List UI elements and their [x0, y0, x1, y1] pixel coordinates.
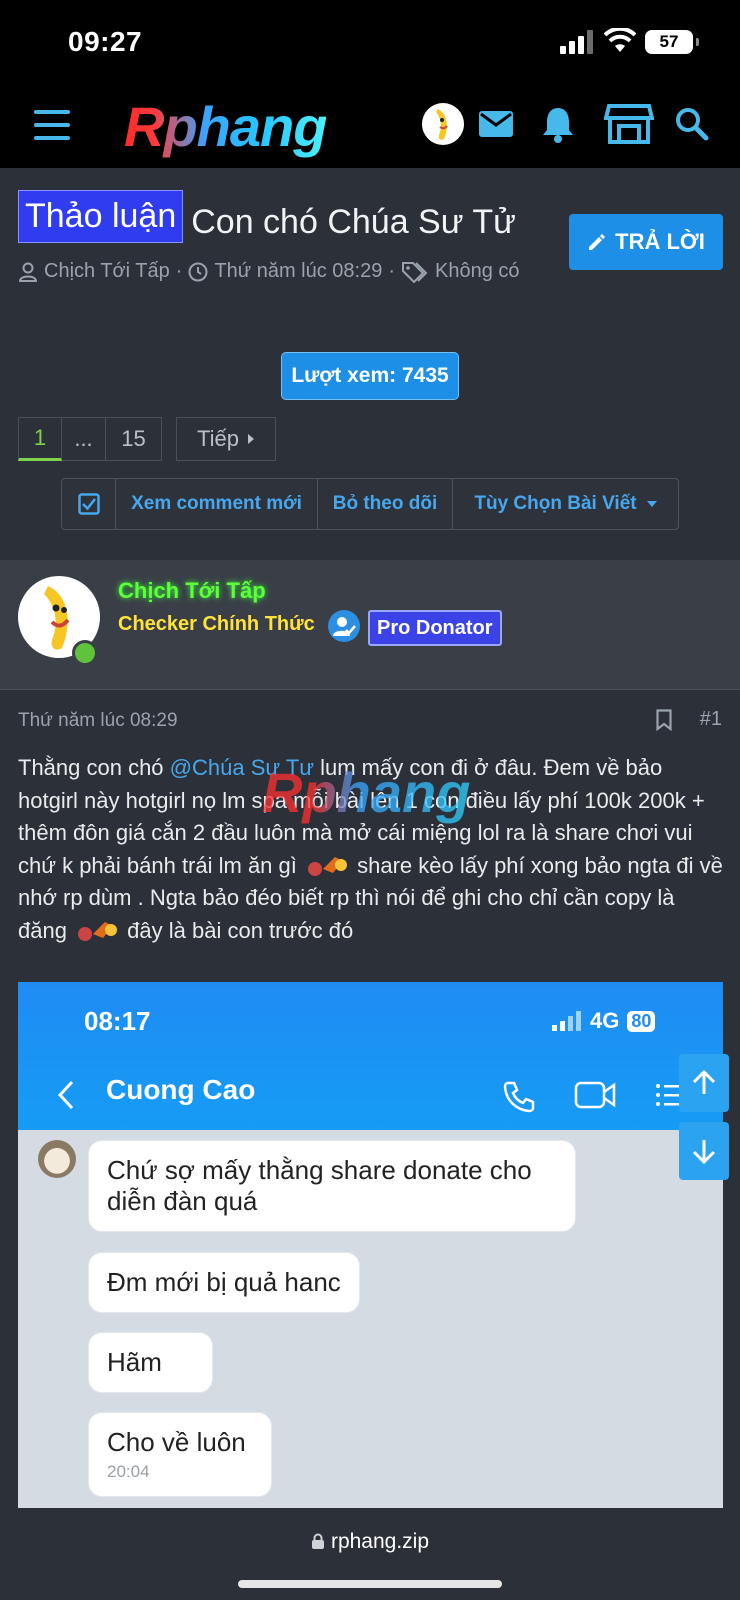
bell-icon[interactable]	[540, 104, 576, 144]
search-icon[interactable]	[674, 106, 710, 142]
post-body: Thằng con chó @Chúa Sư Tư lum mấy con đi…	[18, 752, 724, 948]
meta-separator: ·	[175, 260, 183, 282]
verified-icon	[328, 610, 360, 642]
scroll-top-button[interactable]	[679, 1054, 729, 1112]
site-header: Rphang	[0, 84, 740, 168]
tags-icon	[402, 261, 428, 283]
browser-url-text: rphang.zip	[330, 1530, 430, 1553]
page-ellipsis[interactable]: ...	[62, 417, 106, 461]
post-meta-actions: #1	[656, 708, 722, 731]
chat-timestamp: 20:04	[107, 1462, 150, 1481]
arrow-down-icon	[692, 1140, 716, 1164]
browser-url-bar[interactable]: rphang.zip	[0, 1510, 740, 1600]
embedded-status: 4G 80	[552, 1008, 656, 1034]
arrow-up-icon	[692, 1070, 716, 1094]
emoji-sticker-icon	[78, 921, 118, 941]
pagination: 1 ... 15 Tiếp	[18, 417, 276, 461]
thread-header: Thảo luận Con chó Chúa Sư Tử TRẢ LỜI Chịc…	[0, 168, 740, 560]
cell-signal-icon	[552, 1011, 581, 1031]
embedded-network: 4G	[590, 1008, 620, 1033]
chat-bubble: Hãm	[88, 1332, 213, 1393]
thread-title: Thảo luận Con chó Chúa Sư Tử	[18, 190, 558, 243]
view-new-comments-button[interactable]: Xem comment mới	[116, 479, 318, 529]
status-time: 09:27	[68, 26, 143, 57]
embedded-contact-name: Cuong Cao	[106, 1074, 256, 1105]
thread-options-label: Tùy Chọn Bài Viết	[474, 493, 637, 514]
wifi-icon	[604, 28, 636, 52]
embedded-call-icons	[502, 1080, 684, 1114]
contact-avatar	[38, 1140, 76, 1178]
site-logo[interactable]: Rphang	[124, 94, 327, 159]
next-page-label: Tiếp	[197, 426, 239, 451]
thread-date[interactable]: Thứ năm lúc 08:29	[214, 260, 382, 283]
chat-bubble: Chứ sợ mấy thằng share donate cho diễn đ…	[88, 1140, 576, 1232]
phone-icon	[503, 1081, 535, 1113]
cell-signal-icon	[560, 30, 593, 54]
select-checkbox[interactable]	[62, 479, 116, 529]
page-1-link[interactable]: 1	[18, 417, 62, 461]
next-page-button[interactable]: Tiếp	[176, 417, 276, 461]
post-text: Thằng con chó	[18, 755, 170, 780]
reply-button-label: TRẢ LỜI	[615, 229, 705, 254]
scroll-bottom-button[interactable]	[679, 1122, 729, 1180]
lock-icon	[311, 1533, 324, 1549]
thread-title-text: Con chó Chúa Sư Tử	[191, 203, 516, 242]
post-user-block: Chịch Tới Tấp Checker Chính Thức Pro Don…	[0, 560, 740, 690]
page-15-link[interactable]: 15	[106, 417, 162, 461]
thread-meta: Chịch Tới Tấp · Thứ năm lúc 08:29 · Khôn…	[18, 260, 520, 283]
battery-icon: 57	[645, 30, 699, 54]
bookmark-icon[interactable]	[656, 708, 672, 731]
thread-author[interactable]: Chịch Tới Tấp	[44, 260, 170, 283]
post-text: đây là bài con trước đó	[121, 917, 354, 943]
poster-username[interactable]: Chịch Tới Tấp	[118, 578, 266, 604]
reply-button[interactable]: TRẢ LỜI	[569, 214, 723, 270]
back-arrow-icon	[57, 1080, 74, 1110]
mail-icon[interactable]	[476, 104, 516, 144]
menu-icon[interactable]	[34, 110, 70, 140]
thread-actions-bar: Xem comment mới Bỏ theo dõi Tùy Chọn Bài…	[61, 478, 679, 530]
thread-prefix[interactable]: Thảo luận	[18, 190, 184, 243]
chat-bubble: Đm mới bị quả hanc	[88, 1252, 360, 1313]
user-mention-link[interactable]: @Chúa Sư Tư	[170, 755, 314, 780]
checkbox-icon	[77, 493, 100, 515]
chat-bubble-text: Cho về luôn	[107, 1427, 246, 1457]
status-bar: 09:27 57	[0, 0, 740, 84]
unwatch-button[interactable]: Bỏ theo dõi	[318, 479, 453, 529]
post-date[interactable]: Thứ năm lúc 08:29	[18, 710, 178, 732]
pencil-icon	[589, 234, 606, 250]
clock-icon	[188, 262, 208, 281]
online-indicator	[72, 640, 98, 666]
thread-options-dropdown[interactable]: Tùy Chọn Bài Viết	[453, 479, 678, 529]
chat-bubble: Cho về luôn 20:04	[88, 1412, 272, 1497]
chevron-down-icon	[646, 501, 657, 507]
post-number[interactable]: #1	[700, 708, 722, 731]
pro-donator-badge: Pro Donator	[368, 610, 502, 646]
browser-url[interactable]: rphang.zip	[0, 1530, 740, 1554]
home-indicator	[238, 1580, 502, 1588]
meta-separator: ·	[388, 260, 396, 282]
post-image[interactable]: 08:17 4G 80 Cuong Cao Chứ sợ mấy thằng s…	[18, 982, 723, 1508]
banana-avatar-icon	[436, 109, 448, 140]
video-call-icon	[574, 1081, 616, 1109]
caret-right-icon	[247, 434, 254, 444]
embedded-time: 08:17	[84, 1006, 151, 1036]
thread-tags: Không có	[435, 260, 520, 282]
user-icon	[18, 262, 38, 282]
user-avatar[interactable]	[422, 103, 464, 145]
store-icon[interactable]	[604, 102, 654, 146]
view-count-badge: Lượt xem: 7435	[281, 352, 459, 400]
emoji-sticker-icon	[308, 856, 347, 876]
poster-user-title: Checker Chính Thức	[118, 613, 315, 635]
embedded-battery: 80	[627, 1010, 656, 1032]
